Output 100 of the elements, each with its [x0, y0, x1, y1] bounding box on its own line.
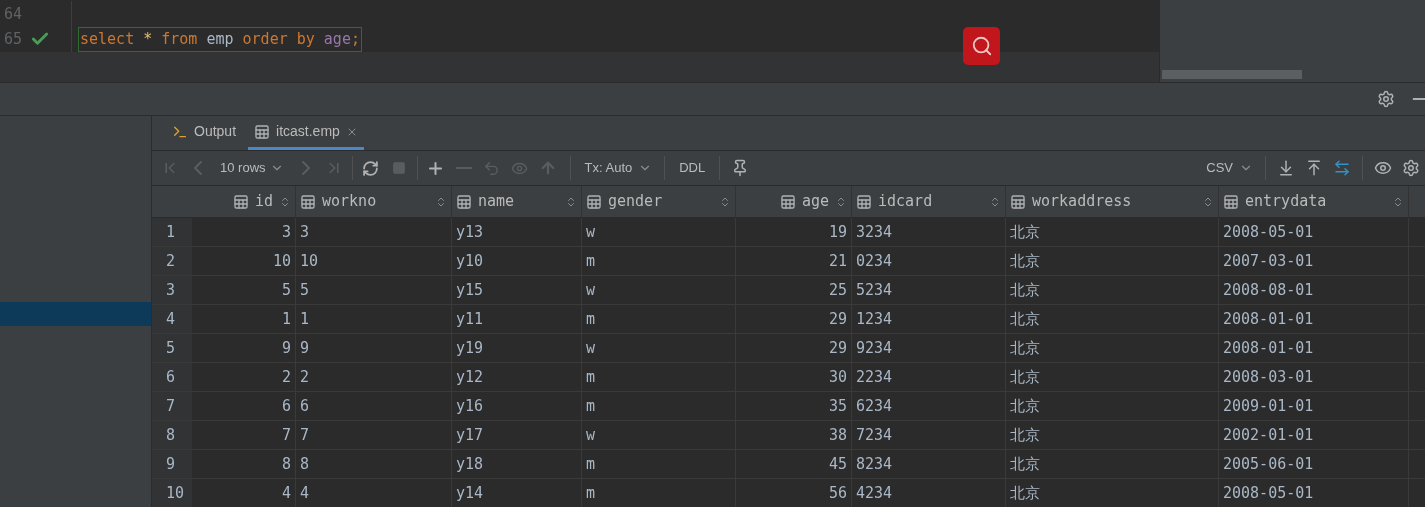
table-icon [1010, 193, 1026, 210]
table-cell: 3 [192, 218, 296, 246]
table-cell: 2008-03-01 [1219, 363, 1409, 391]
column-header[interactable]: name [452, 186, 582, 217]
table-cell: w [582, 421, 736, 449]
table-cell: 8 [192, 450, 296, 478]
column-header[interactable]: age [736, 186, 852, 217]
search-icon [970, 35, 993, 57]
column-header[interactable]: idcard [852, 186, 1006, 217]
table-cell: y14 [452, 479, 582, 507]
sort-icon[interactable] [1202, 195, 1214, 208]
table-cell: w [582, 218, 736, 246]
line-number: 64 [4, 3, 23, 25]
table-cell: 9 [192, 334, 296, 362]
table-cell: 1 [296, 305, 452, 333]
table-cell: 6234 [852, 392, 1006, 420]
sort-icon[interactable] [989, 195, 1001, 208]
column-label: gender [608, 191, 664, 213]
table-cell: 北京 [1006, 363, 1219, 391]
table-cell: 北京 [1006, 247, 1219, 275]
table-cell: 21 [736, 247, 852, 275]
export-format-dropdown[interactable]: CSV [1200, 158, 1259, 178]
column-label: id [254, 191, 273, 213]
table-cell: 30 [736, 363, 852, 391]
chevron-right-icon [301, 161, 310, 175]
table-cell: w [582, 276, 736, 304]
table-cell: y10 [452, 247, 582, 275]
table-icon [586, 193, 602, 210]
table-cell: m [582, 305, 736, 333]
table-cell: 19 [736, 218, 852, 246]
row-number: 9 [152, 450, 192, 478]
table-cell: 10 [192, 247, 296, 275]
table-cell: 25 [736, 276, 852, 304]
sort-icon[interactable] [719, 195, 731, 208]
sort-icon[interactable] [835, 195, 847, 208]
row-number: 3 [152, 276, 192, 304]
search-button[interactable] [963, 27, 1000, 65]
table-cell: 2008-08-01 [1219, 276, 1409, 304]
table-cell: m [582, 363, 736, 391]
column-label: workno [322, 191, 378, 213]
sort-icon[interactable] [279, 195, 291, 208]
row-number: 6 [152, 363, 192, 391]
table-cell: 北京 [1006, 276, 1219, 304]
table-cell: y15 [452, 276, 582, 304]
row-number: 10 [152, 479, 192, 507]
settings-icon [1402, 159, 1420, 177]
sort-icon[interactable] [435, 195, 447, 208]
eye-icon [1374, 159, 1392, 177]
table-icon [1223, 193, 1239, 210]
table-cell: 2008-01-01 [1219, 334, 1409, 362]
table-cell: 5234 [852, 276, 1006, 304]
table-cell: 北京 [1006, 450, 1219, 478]
sort-icon[interactable] [1392, 195, 1404, 208]
table-icon [779, 193, 796, 210]
table-cell: 9234 [852, 334, 1006, 362]
table-cell: m [582, 479, 736, 507]
table-cell: 56 [736, 479, 852, 507]
table-cell: 35 [736, 392, 852, 420]
undo-icon [483, 159, 501, 177]
table-cell: 8234 [852, 450, 1006, 478]
table-cell: 2007-03-01 [1219, 247, 1409, 275]
row-number: 1 [152, 218, 192, 246]
table-icon [232, 193, 249, 210]
sort-icon[interactable] [565, 195, 577, 208]
table-cell: 2234 [852, 363, 1006, 391]
settings-icon[interactable] [1377, 90, 1395, 108]
table-cell: 北京 [1006, 392, 1219, 420]
column-header[interactable]: gender [582, 186, 736, 217]
table-cell: y16 [452, 392, 582, 420]
table-cell: 2008-01-01 [1219, 305, 1409, 333]
column-header[interactable]: id [192, 186, 296, 217]
transaction-mode-dropdown[interactable]: Tx: Auto [578, 158, 659, 178]
table-cell: m [582, 450, 736, 478]
table-cell: 45 [736, 450, 852, 478]
tab[interactable]: Output [166, 116, 243, 150]
table-cell: 2002-01-01 [1219, 421, 1409, 449]
table-cell: 北京 [1006, 305, 1219, 333]
table-cell: 4 [296, 479, 452, 507]
tab[interactable]: itcast.emp [248, 116, 364, 150]
table-cell: 7 [192, 421, 296, 449]
row-number: 2 [152, 247, 192, 275]
scrollbar-thumb[interactable] [1162, 70, 1302, 79]
column-header[interactable]: workaddress [1006, 186, 1219, 217]
table-cell: 3 [296, 218, 452, 246]
table-cell: y18 [452, 450, 582, 478]
table-cell: 6 [296, 392, 452, 420]
table-cell: 北京 [1006, 334, 1219, 362]
ddl-button[interactable]: DDL [671, 158, 714, 178]
table-cell: 29 [736, 334, 852, 362]
table-cell: y11 [452, 305, 582, 333]
table-cell: w [582, 334, 736, 362]
table-cell: 2009-01-01 [1219, 392, 1409, 420]
table-cell: 2005-06-01 [1219, 450, 1409, 478]
column-header[interactable]: entrydata [1219, 186, 1409, 217]
row-number: 7 [152, 392, 192, 420]
table-cell: 8 [296, 450, 452, 478]
table-icon [456, 193, 472, 210]
rows-dropdown[interactable]: 10 rows [212, 158, 292, 178]
column-header[interactable]: workno [296, 186, 452, 217]
chevron-left-icon [194, 161, 202, 175]
